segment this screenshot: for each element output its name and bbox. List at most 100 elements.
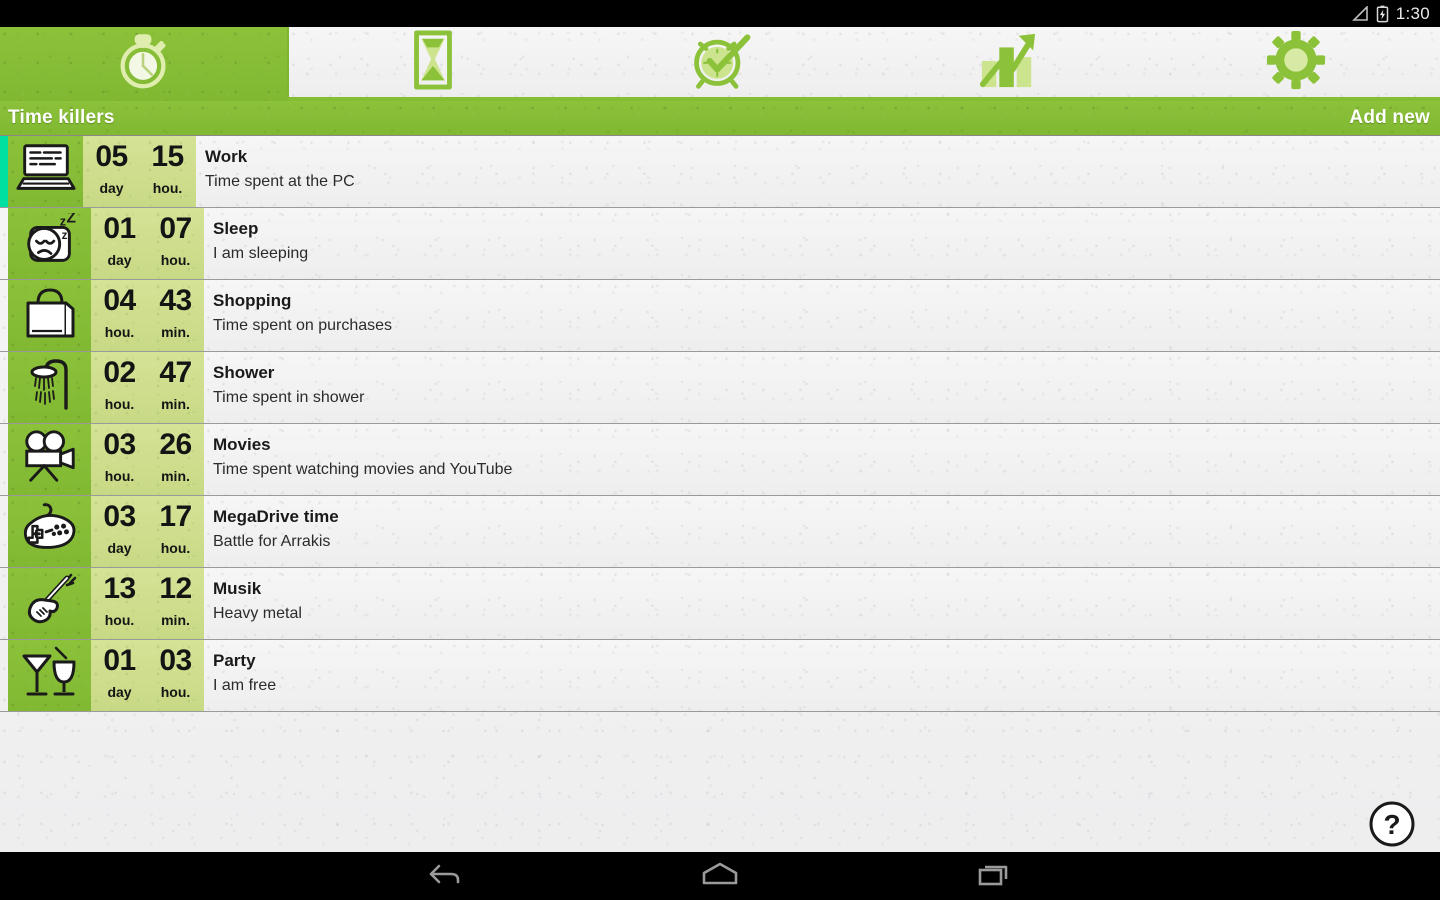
task-time-unit-1: hou.: [104, 324, 135, 340]
task-time-cell: 01 day 03 hou.: [91, 640, 204, 711]
task-icon-cell[interactable]: [8, 352, 91, 423]
task-row[interactable]: 05 day 15 hou. Work Time spent at the PC: [0, 136, 1440, 208]
task-time-cell: 05 day 15 hou.: [83, 136, 196, 207]
task-description: Heavy metal: [213, 605, 302, 622]
guitar-icon: [21, 572, 79, 635]
tab-hourglass[interactable]: [287, 27, 577, 101]
task-time-unit-2: min.: [161, 324, 190, 340]
movie-camera-icon: [20, 429, 80, 490]
gear-icon: [1266, 30, 1326, 95]
task-time-unit-2: hou.: [160, 252, 191, 268]
task-description: I am sleeping: [213, 245, 309, 262]
stopwatch-icon: [113, 31, 175, 98]
task-text-cell[interactable]: Musik Heavy metal: [204, 568, 1440, 639]
task-time-unit-1: hou.: [104, 468, 135, 484]
task-list: 05 day 15 hou. Work Time spent at the PC z Z …: [0, 135, 1440, 712]
task-time-value-2: 43: [159, 284, 192, 317]
task-text-cell[interactable]: MegaDrive time Battle for Arrakis: [204, 496, 1440, 567]
nav-back-button[interactable]: [415, 852, 475, 900]
gamepad-icon: [19, 501, 81, 562]
task-time-group-2: 15 hou.: [140, 140, 196, 196]
task-time-unit-1: day: [99, 180, 124, 196]
task-description: Time spent on purchases: [213, 317, 393, 334]
help-button[interactable]: ?: [1368, 800, 1416, 848]
task-description: Time spent in shower: [213, 389, 365, 406]
task-row[interactable]: z Z z 01 day 07 hou. Sleep I am sleeping: [0, 208, 1440, 280]
hourglass-icon: [406, 29, 460, 96]
task-row[interactable]: 02 hou. 47 min. Shower Time spent in shower: [0, 352, 1440, 424]
task-time-value-2: 17: [159, 500, 192, 533]
active-indicator: [0, 136, 8, 207]
tab-alarm[interactable]: [576, 27, 865, 101]
task-time-cell: 03 day 17 hou.: [91, 496, 204, 567]
nav-home-button[interactable]: [690, 852, 750, 900]
task-row[interactable]: 03 hou. 26 min. Movies Time spent watching mo…: [0, 424, 1440, 496]
task-name: Sleep: [213, 219, 259, 238]
task-row[interactable]: 01 day 03 hou. Party I am free: [0, 640, 1440, 712]
alarm-clock-check-icon: [689, 29, 753, 96]
bar-chart-arrow-icon: [977, 30, 1039, 95]
task-time-group-2: 26 min.: [148, 428, 204, 484]
svg-text:z: z: [61, 229, 67, 242]
task-time-group-2: 12 min.: [148, 572, 204, 628]
task-text-cell[interactable]: Shower Time spent in shower: [204, 352, 1440, 423]
task-icon-cell[interactable]: [8, 424, 91, 495]
task-name: Movies: [213, 435, 271, 454]
tab-settings[interactable]: [1152, 27, 1440, 101]
nav-recents-button[interactable]: [965, 852, 1025, 900]
task-description: Time spent at the PC: [205, 173, 355, 190]
task-name: Shower: [213, 363, 275, 382]
back-arrow-icon: [425, 861, 465, 892]
svg-text:?: ?: [1383, 809, 1400, 840]
tab-statistics[interactable]: [864, 27, 1153, 101]
task-time-group-1: 01 day: [92, 644, 148, 700]
task-time-group-2: 17 hou.: [148, 500, 204, 556]
task-text-cell[interactable]: Work Time spent at the PC: [196, 136, 1440, 207]
task-text-cell[interactable]: Party I am free: [204, 640, 1440, 711]
task-time-unit-1: day: [107, 540, 132, 556]
inactive-indicator: [0, 640, 8, 711]
task-text-cell[interactable]: Sleep I am sleeping: [204, 208, 1440, 279]
task-time-value-1: 13: [103, 572, 136, 605]
task-icon-cell[interactable]: [8, 136, 83, 207]
task-time-value-1: 03: [103, 500, 136, 533]
inactive-indicator: [0, 496, 8, 567]
add-new-button[interactable]: Add new: [1349, 107, 1430, 129]
task-name: Musik: [213, 579, 262, 598]
title-bar: Time killers Add new: [0, 101, 1440, 135]
task-time-group-1: 13 hou.: [92, 572, 148, 628]
task-time-group-1: 03 hou.: [92, 428, 148, 484]
status-bar: 1:30: [0, 0, 1440, 27]
task-time-value-1: 01: [103, 212, 136, 245]
svg-text:z: z: [59, 215, 65, 229]
task-time-unit-1: day: [107, 252, 132, 268]
battery-charging-icon: [1376, 5, 1389, 23]
task-description: Battle for Arrakis: [213, 533, 331, 550]
task-icon-cell[interactable]: [8, 496, 91, 567]
task-time-group-1: 01 day: [92, 212, 148, 268]
laptop-icon: [15, 141, 77, 202]
task-text-cell[interactable]: Shopping Time spent on purchases: [204, 280, 1440, 351]
task-icon-cell[interactable]: z Z z: [8, 208, 91, 279]
task-icon-cell[interactable]: [8, 640, 91, 711]
task-icon-cell[interactable]: [8, 280, 91, 351]
shower-icon: [22, 356, 78, 419]
task-time-group-2: 47 min.: [148, 356, 204, 412]
status-clock: 1:30: [1395, 3, 1430, 23]
task-name: Party: [213, 651, 256, 670]
main-content: 05 day 15 hou. Work Time spent at the PC z Z …: [0, 135, 1440, 852]
task-time-group-2: 43 min.: [148, 284, 204, 340]
task-row[interactable]: 03 day 17 hou. MegaDrive time Battle for Arra…: [0, 496, 1440, 568]
inactive-indicator: [0, 568, 8, 639]
task-row[interactable]: 04 hou. 43 min. Shopping Time spent on purcha…: [0, 280, 1440, 352]
task-name: Shopping: [213, 291, 292, 310]
tab-bar: [0, 27, 1440, 101]
task-icon-cell[interactable]: [8, 568, 91, 639]
task-time-unit-2: min.: [161, 396, 190, 412]
task-text-cell[interactable]: Movies Time spent watching movies and You…: [204, 424, 1440, 495]
task-description: I am free: [213, 677, 277, 694]
task-time-group-1: 05 day: [84, 140, 140, 196]
task-row[interactable]: 13 hou. 12 min. Musik Heavy metal: [0, 568, 1440, 640]
svg-text:Z: Z: [66, 213, 76, 227]
tab-stopwatch[interactable]: [0, 27, 287, 101]
